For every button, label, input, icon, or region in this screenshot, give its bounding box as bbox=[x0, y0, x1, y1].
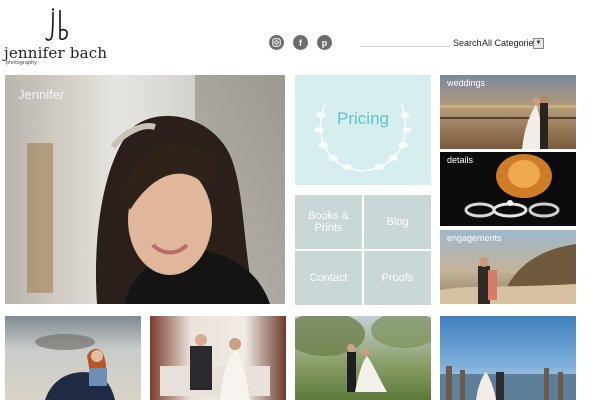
facebook-icon[interactable]: f bbox=[293, 35, 308, 50]
beach-portrait-image bbox=[35, 334, 115, 400]
beach-portrait-photo[interactable] bbox=[5, 316, 141, 400]
pricing-tile[interactable]: Pricing bbox=[295, 75, 431, 185]
laurel-wreath-icon bbox=[314, 102, 412, 172]
blog-button[interactable]: Blog bbox=[364, 195, 431, 249]
hero-caption: Jennifer bbox=[18, 87, 65, 102]
garden-couple-image bbox=[295, 316, 431, 392]
pinterest-icon[interactable]: p bbox=[317, 35, 332, 50]
search-label: Search bbox=[453, 38, 482, 48]
category-select[interactable]: All Categories bbox=[482, 38, 538, 48]
proofs-button[interactable]: Proofs bbox=[364, 251, 431, 305]
brand-tagline: photography bbox=[6, 60, 38, 66]
garden-couple-photo[interactable] bbox=[295, 316, 431, 400]
couple-sofa-image bbox=[160, 334, 270, 400]
site-logo[interactable]: jennifer bach photography bbox=[4, 4, 107, 66]
monogram-logo bbox=[45, 8, 68, 41]
books-prints-button[interactable]: Books & Prints bbox=[295, 195, 362, 249]
pricing-label: Pricing bbox=[337, 109, 389, 128]
chevron-down-icon[interactable]: ▼ bbox=[533, 38, 544, 49]
instagram-icon[interactable] bbox=[269, 35, 284, 50]
weddings-tile[interactable]: weddings bbox=[440, 75, 576, 149]
weddings-caption: weddings bbox=[447, 78, 486, 88]
details-tile[interactable]: details bbox=[440, 152, 576, 226]
harbor-couple-image bbox=[440, 366, 576, 400]
engagements-caption: engagements bbox=[447, 233, 502, 243]
details-caption: details bbox=[447, 155, 474, 165]
engagements-tile[interactable]: engagements bbox=[440, 230, 576, 304]
nav-grid: Books & Prints Blog Contact Proofs bbox=[295, 195, 431, 305]
couple-sofa-photo[interactable] bbox=[150, 316, 286, 400]
portrait-figure bbox=[95, 116, 270, 304]
contact-button[interactable]: Contact bbox=[295, 251, 362, 305]
harbor-couple-photo[interactable] bbox=[440, 316, 576, 400]
search-input[interactable] bbox=[360, 46, 450, 47]
hero-portrait[interactable]: Jennifer bbox=[5, 75, 285, 304]
